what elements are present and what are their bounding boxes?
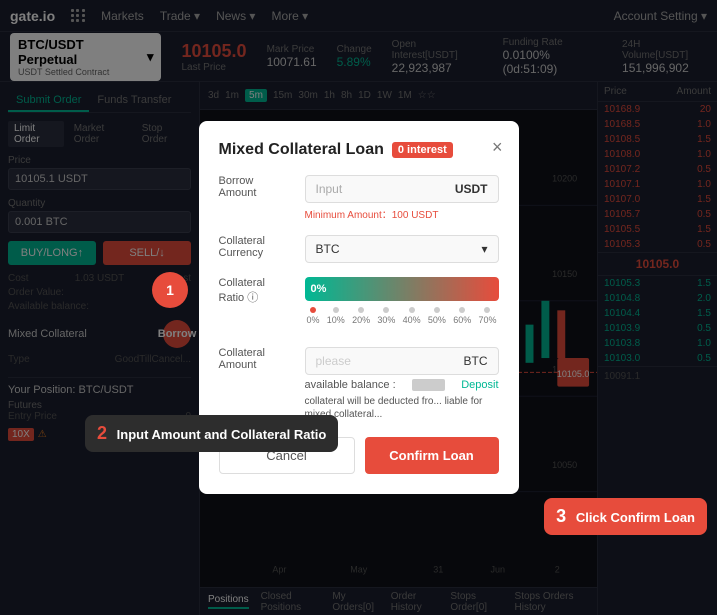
step-3-bubble: 3 Click Confirm Loan: [544, 498, 707, 535]
collateral-currency-select[interactable]: BTC ▾: [305, 235, 499, 263]
ratio-dots: 0% 10% 20% 30%: [305, 307, 499, 325]
deposit-link[interactable]: Deposit: [461, 379, 498, 391]
collateral-amount-label: Collateral Amount: [219, 347, 289, 371]
available-row: available balance : ■■■■■ Deposit: [305, 379, 499, 391]
chevron-down-icon: ▾: [481, 242, 487, 256]
ratio-dot-70: 70%: [478, 307, 496, 325]
ratio-pct-label: 0%: [311, 283, 327, 295]
step-1-circle: 1: [152, 272, 188, 308]
step-2-bubble: 2 Input Amount and Collateral Ratio: [85, 415, 338, 452]
collateral-amount-input[interactable]: please BTC: [305, 347, 499, 375]
collateral-ratio-label: Collateral Ratio ⓘ: [219, 277, 289, 305]
interest-badge: 0 interest: [392, 142, 453, 158]
min-amount-text: Minimum Amount：100 USDT: [305, 206, 499, 221]
step-3-number: 3: [556, 506, 566, 526]
ratio-dot-0: 0%: [307, 307, 320, 325]
available-label: available balance :: [305, 379, 396, 391]
step-3-text: Click Confirm Loan: [576, 510, 695, 525]
step-2-text: Input Amount and Collateral Ratio: [117, 427, 327, 442]
step-2-number: 2: [97, 423, 107, 443]
confirm-loan-button[interactable]: Confirm Loan: [365, 437, 499, 474]
ratio-dot-20: 20%: [352, 307, 370, 325]
borrow-input-placeholder: Input: [316, 182, 343, 196]
collateral-currency-field: Collateral Currency BTC ▾: [219, 235, 499, 263]
borrow-input-suffix: USDT: [455, 182, 488, 196]
ratio-dot-10: 10%: [327, 307, 345, 325]
modal-close-button[interactable]: ×: [492, 137, 503, 158]
collateral-ratio-bar[interactable]: 0%: [305, 277, 499, 301]
amount-suffix: BTC: [464, 354, 488, 368]
ratio-dot-50: 50%: [428, 307, 446, 325]
collateral-currency-label: Collateral Currency: [219, 235, 289, 259]
ratio-dot-30: 30%: [377, 307, 395, 325]
borrow-amount-input[interactable]: Input USDT: [305, 175, 499, 203]
amount-placeholder: please: [316, 354, 351, 368]
ratio-dot-60: 60%: [453, 307, 471, 325]
modal-title: Mixed Collateral Loan 0 interest: [219, 141, 499, 159]
ratio-dot-40: 40%: [403, 307, 421, 325]
available-value: ■■■■■: [412, 379, 445, 391]
collateral-amount-field: Collateral Amount please BTC available b…: [219, 347, 499, 421]
collateral-ratio-field: Collateral Ratio ⓘ 0% 0% 10%: [219, 277, 499, 333]
borrow-amount-label: Borrow Amount: [219, 175, 289, 199]
borrow-amount-field: Borrow Amount Input USDT Minimum Amount：…: [219, 175, 499, 221]
